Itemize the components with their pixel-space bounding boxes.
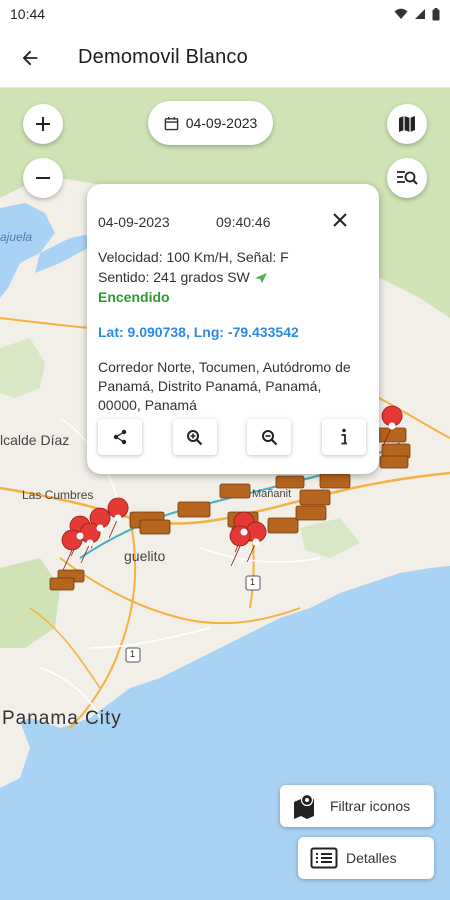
close-popup-button[interactable]: [326, 206, 354, 234]
info-icon: [341, 428, 347, 445]
search-list-icon: [397, 171, 418, 185]
zoom-out-button[interactable]: [23, 158, 63, 198]
share-icon: [113, 429, 127, 445]
ignition-status: Encendido: [98, 289, 170, 305]
battery-icon: [432, 7, 440, 20]
status-bar: 10:44: [0, 0, 450, 28]
zoom-in-vehicle-button[interactable]: [172, 419, 217, 455]
info-button[interactable]: [321, 419, 366, 455]
share-button[interactable]: [98, 419, 142, 455]
route-badge-1: 1: [250, 577, 256, 587]
status-icons: [394, 7, 440, 21]
direction-row: Sentido: 241 grados SW: [98, 268, 368, 286]
map-label-jajuela: ajuela: [0, 230, 33, 244]
vehicle-info-popup: 04-09-2023 09:40:46 Velocidad: 100 Km/H,…: [87, 184, 379, 474]
map-icon: [399, 116, 415, 132]
close-icon: [333, 213, 347, 227]
page-title: Demomovil Blanco: [78, 46, 248, 68]
selected-date: 04-09-2023: [185, 115, 258, 131]
filter-icons-label: Filtrar iconos: [330, 798, 411, 814]
map-label-miguelito: guelito: [124, 548, 166, 564]
map-label-panama-city: Panama City: [2, 708, 122, 729]
map-marker-icon: [294, 793, 314, 819]
zoom-in-icon: [187, 429, 203, 445]
status-time: 10:44: [10, 6, 46, 22]
screen: 10:44 Demomovil Blanco ajuela lcalde Día…: [0, 0, 450, 900]
details-label: Detalles: [346, 850, 397, 866]
minus-icon: [36, 177, 50, 179]
signal-icon: [415, 9, 425, 19]
map-type-button[interactable]: [387, 104, 427, 144]
wifi-icon: [394, 8, 408, 19]
direction-arrow-icon: [254, 273, 267, 284]
filter-icons-button[interactable]: Filtrar iconos: [280, 785, 434, 827]
speed-signal-text: Velocidad: 100 Km/H, Señal: F: [98, 249, 289, 265]
app-bar: Demomovil Blanco: [0, 28, 450, 88]
route-badge-2: 1: [130, 649, 136, 659]
coordinates-text: Lat: 9.090738, Lng: -79.433542: [98, 324, 299, 340]
popup-time: 09:40:46: [216, 214, 271, 230]
date-picker-button[interactable]: 04-09-2023: [148, 101, 273, 145]
popup-header: 04-09-2023 09:40:46: [98, 213, 368, 230]
arrow-left-icon: [22, 50, 38, 65]
list-icon: [310, 847, 338, 869]
address-text: Corredor Norte, Tocumen, Autódromo de Pa…: [98, 359, 351, 413]
map-label-mananitas: Mañanit: [252, 488, 292, 500]
direction-text: Sentido: 241 grados SW: [98, 269, 250, 285]
popup-actions: [98, 419, 366, 455]
calendar-icon: [164, 116, 178, 130]
details-button[interactable]: Detalles: [298, 837, 434, 879]
map-label-las-cumbres: Las Cumbres: [22, 488, 94, 502]
search-list-button[interactable]: [387, 158, 427, 198]
zoom-in-button[interactable]: [23, 104, 63, 144]
zoom-out-vehicle-button[interactable]: [247, 419, 292, 455]
plus-icon: [36, 117, 50, 131]
back-button[interactable]: [2, 28, 58, 88]
popup-date: 04-09-2023: [98, 214, 170, 230]
map-label-alcalde-diaz: lcalde Díaz: [0, 432, 70, 448]
zoom-out-icon: [261, 429, 278, 445]
